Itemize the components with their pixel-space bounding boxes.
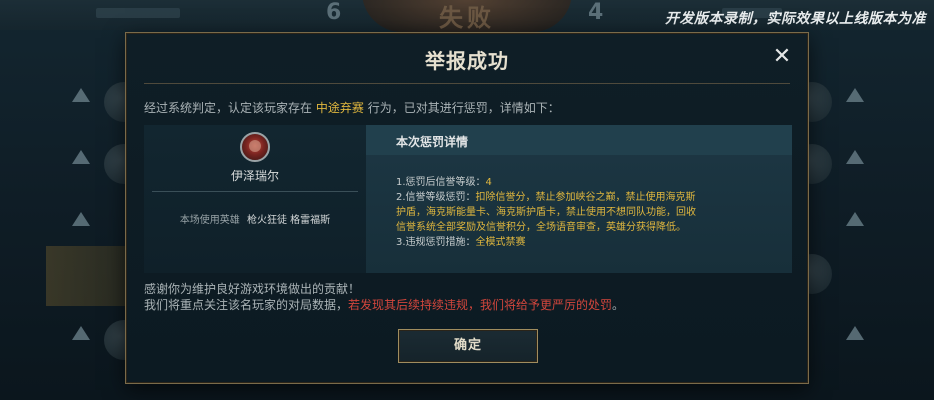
thanks-line-2: 我们将重点关注该名玩家的对局数据，若发现其后续持续违规，我们将给予更严厉的处罚。 [144,297,624,313]
hero-used-label: 本场使用英雄 [179,215,240,226]
rank-triangle-icon [72,326,90,340]
intro-suffix: 行为，已对其进行惩罚，详情如下： [367,101,560,115]
penalty-title: 本次惩罚详情 [396,135,469,149]
rank-triangle-icon [72,88,90,102]
rank-triangle-icon [846,150,864,164]
confirm-button[interactable]: 确定 [398,329,538,363]
title-divider [144,83,790,84]
background-score-right: 4 [588,0,604,25]
report-success-dialog: 举报成功 ✕ 经过系统判定，认定该玩家存在 中途弃赛 行为，已对其进行惩罚，详情… [125,32,809,384]
intro-prefix: 经过系统判定，认定该玩家存在 [144,101,313,115]
background-result-text: 失败 [439,3,495,32]
rank-triangle-icon [72,150,90,164]
penalty-line-3-label: 3.违规惩罚措施： [396,237,476,248]
violation-type: 中途弃赛 [315,101,364,115]
penalty-lines: 1.惩罚后信誉等级：4 2.信誉等级惩罚：扣除信誉分，禁止参加峡谷之巅，禁止使用… [396,175,696,250]
background-result-banner: 失败 [362,0,572,32]
warning-text: 若发现其后续持续违规，我们将给予更严厉的处罚 [348,298,613,312]
background-score-left: 6 [326,0,342,25]
penalty-line-1: 1.惩罚后信誉等级：4 [396,175,696,190]
penalty-line-3-value: 全模式禁赛 [475,237,526,248]
judgement-intro-text: 经过系统判定，认定该玩家存在 中途弃赛 行为，已对其进行惩罚，详情如下： [144,99,560,116]
reported-player-panel: 伊泽瑞尔 本场使用英雄 枪火狂徒 格雷福斯 [144,125,366,273]
thanks-line-2-prefix: 我们将重点关注该名玩家的对局数据， [144,298,349,312]
player-name: 伊泽瑞尔 [230,169,279,183]
rank-triangle-icon [72,212,90,226]
penalty-line-2: 2.信誉等级惩罚：扣除信誉分，禁止参加峡谷之巅，禁止使用海克斯护盾，海克斯能量卡… [396,190,696,235]
penalty-details-panel: 本次惩罚详情 1.惩罚后信誉等级：4 2.信誉等级惩罚：扣除信誉分，禁止参加峡谷… [366,125,792,273]
player-avatar [240,132,270,162]
rank-triangle-icon [846,326,864,340]
thanks-line-2-end: 。 [612,298,625,312]
rank-triangle-icon [846,212,864,226]
background-highlight-row [46,246,126,306]
dialog-title: 举报成功 [425,49,509,73]
rank-triangle-icon [846,88,864,102]
penalty-line-3: 3.违规惩罚措施：全模式禁赛 [396,235,696,250]
background-blurred-label [96,8,180,18]
player-divider [152,191,358,192]
hero-used-name: 枪火狂徒 格雷福斯 [247,215,331,226]
dev-build-watermark: 开发版本录制，实际效果以上线版本为准 [665,11,926,27]
penalty-line-2-label: 2.信誉等级惩罚： [396,192,476,203]
hero-used-line: 本场使用英雄 枪火狂徒 格雷福斯 [144,211,366,226]
thanks-message: 感谢你为维护良好游戏环境做出的贡献！ 我们将重点关注该名玩家的对局数据，若发现其… [144,281,624,313]
thanks-line-1: 感谢你为维护良好游戏环境做出的贡献！ [144,282,361,296]
penalty-line-1-value: 4 [485,177,492,188]
penalty-header: 本次惩罚详情 [366,125,792,155]
penalty-line-1-label: 1.惩罚后信誉等级： [396,177,486,188]
close-icon[interactable]: ✕ [772,45,792,69]
